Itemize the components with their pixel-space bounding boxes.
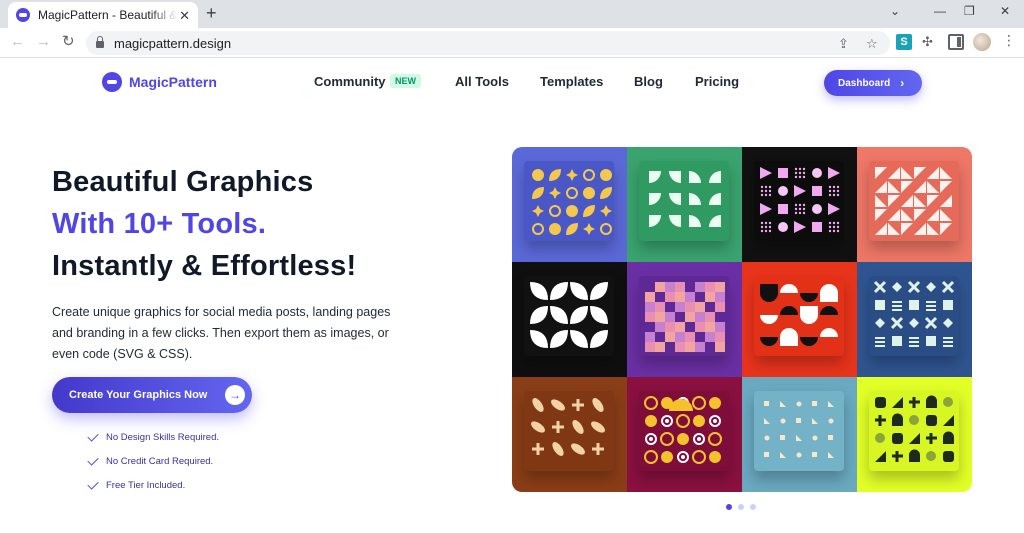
hero-title-line-3: Instantly & Effortless! — [52, 250, 357, 282]
nav-pricing[interactable]: Pricing — [695, 74, 739, 89]
url-text[interactable]: magicpattern.design — [114, 36, 231, 51]
tile-purple-pixels[interactable] — [627, 262, 742, 377]
feature-check-3: Free Tier Included. — [87, 478, 186, 491]
carousel-dot-2[interactable] — [738, 504, 744, 510]
pattern-gallery — [512, 147, 972, 492]
pattern-preview-card — [869, 391, 959, 471]
magicpattern-logo-icon — [102, 72, 122, 92]
arrow-right-icon: → — [225, 385, 245, 405]
hero-title-line-1: Beautiful Graphics — [52, 166, 314, 198]
hero-title-line-2: With 10+ Tools. — [52, 208, 267, 240]
pattern-art — [532, 169, 612, 235]
tile-black-triangles[interactable] — [742, 147, 857, 262]
browser-tab[interactable]: MagicPattern - Beautiful & cool ✕ — [8, 2, 198, 28]
pattern-art — [764, 401, 834, 458]
pattern-preview-card — [869, 161, 959, 241]
pattern-art — [875, 167, 952, 235]
feature-text: No Design Skills Required. — [106, 432, 219, 443]
feature-check-2: No Credit Card Required. — [87, 454, 214, 467]
pattern-preview-card — [639, 391, 729, 471]
back-arrow-icon[interactable]: ← — [10, 34, 25, 50]
pattern-art — [644, 396, 722, 464]
new-tab-plus-icon[interactable]: + — [206, 4, 217, 22]
lock-icon[interactable] — [96, 36, 104, 48]
tile-teal-dots[interactable] — [742, 377, 857, 492]
tile-blue-shapes[interactable] — [512, 147, 627, 262]
carousel-dot-1[interactable] — [726, 504, 732, 510]
pattern-preview-card — [754, 161, 844, 241]
browser-menu-icon[interactable]: ⋮ — [1002, 33, 1016, 47]
pattern-art — [649, 171, 721, 227]
magicpattern-favicon-icon — [16, 8, 30, 22]
tile-navy-symbols[interactable] — [857, 262, 972, 377]
feature-text: Free Tier Included. — [106, 480, 186, 491]
pattern-art — [645, 282, 725, 352]
pattern-preview-card — [639, 161, 729, 241]
side-panel-icon[interactable] — [948, 34, 964, 50]
close-window-icon[interactable]: ✕ — [1000, 4, 1010, 18]
create-graphics-button[interactable]: Create Your Graphics Now → — [52, 377, 252, 413]
address-bar[interactable]: magicpattern.design ⇪ ☆ — [86, 31, 890, 55]
tile-red-halfcircles[interactable] — [742, 262, 857, 377]
nav-all-tools[interactable]: All Tools — [455, 74, 509, 89]
pattern-art — [875, 395, 954, 462]
new-badge: NEW — [390, 74, 421, 88]
tile-green-quarters[interactable] — [627, 147, 742, 262]
logo-text: MagicPattern — [129, 74, 217, 90]
checkmark-icon — [87, 454, 99, 466]
address-toolbar: ← → ↻ magicpattern.design ⇪ ☆ S ✣ ⋮ — [0, 28, 1024, 58]
pattern-art — [760, 284, 838, 346]
tile-lime-shapes[interactable] — [857, 377, 972, 492]
nav-blog[interactable]: Blog — [634, 74, 663, 89]
feature-text: No Credit Card Required. — [106, 456, 214, 467]
tile-black-leaves[interactable] — [512, 262, 627, 377]
extensions-puzzle-icon[interactable]: ✣ — [922, 34, 938, 50]
pattern-art — [530, 282, 608, 348]
pattern-art — [760, 167, 840, 233]
minimize-window-icon[interactable]: — — [934, 4, 946, 18]
tab-title: MagicPattern - Beautiful & cool — [38, 8, 178, 22]
dashboard-button[interactable]: Dashboard › — [824, 70, 922, 96]
nav-templates[interactable]: Templates — [540, 74, 603, 89]
pattern-preview-card — [639, 276, 729, 356]
hero-description: Create unique graphics for social media … — [52, 305, 391, 361]
pattern-preview-card — [754, 276, 844, 356]
forward-arrow-icon[interactable]: → — [36, 34, 51, 50]
bookmark-star-icon[interactable]: ☆ — [866, 36, 878, 52]
tile-maroon-circles[interactable] — [627, 377, 742, 492]
carousel-dots — [726, 504, 756, 510]
pattern-preview-card — [524, 276, 614, 356]
close-tab-icon[interactable]: ✕ — [179, 9, 190, 22]
pattern-preview-card — [524, 161, 614, 241]
tile-brown-petals[interactable] — [512, 377, 627, 492]
site-logo[interactable]: MagicPattern — [102, 72, 217, 92]
pattern-art — [531, 398, 605, 456]
profile-avatar[interactable] — [973, 33, 991, 51]
cta-label: Create Your Graphics Now — [69, 389, 208, 401]
checkmark-icon — [87, 430, 99, 442]
restore-window-icon[interactable]: ❐ — [964, 4, 975, 18]
browser-tab-strip: MagicPattern - Beautiful & cool ✕ + ⌄ — … — [0, 0, 1024, 28]
share-icon[interactable]: ⇪ — [838, 36, 849, 52]
tile-salmon-triangles[interactable] — [857, 147, 972, 262]
pattern-art — [873, 280, 955, 347]
pattern-preview-card — [524, 391, 614, 471]
tab-search-chevron-icon[interactable]: ⌄ — [890, 4, 900, 18]
pattern-preview-card — [869, 276, 959, 356]
nav-community[interactable]: Community — [314, 74, 386, 89]
chevron-right-icon: › — [900, 76, 905, 90]
reload-icon[interactable]: ↻ — [62, 34, 75, 50]
dashboard-label: Dashboard — [838, 77, 891, 89]
extension-s-icon[interactable]: S — [896, 34, 912, 50]
pattern-preview-card — [754, 391, 844, 471]
carousel-dot-3[interactable] — [750, 504, 756, 510]
checkmark-icon — [87, 478, 99, 490]
feature-check-1: No Design Skills Required. — [87, 430, 219, 443]
